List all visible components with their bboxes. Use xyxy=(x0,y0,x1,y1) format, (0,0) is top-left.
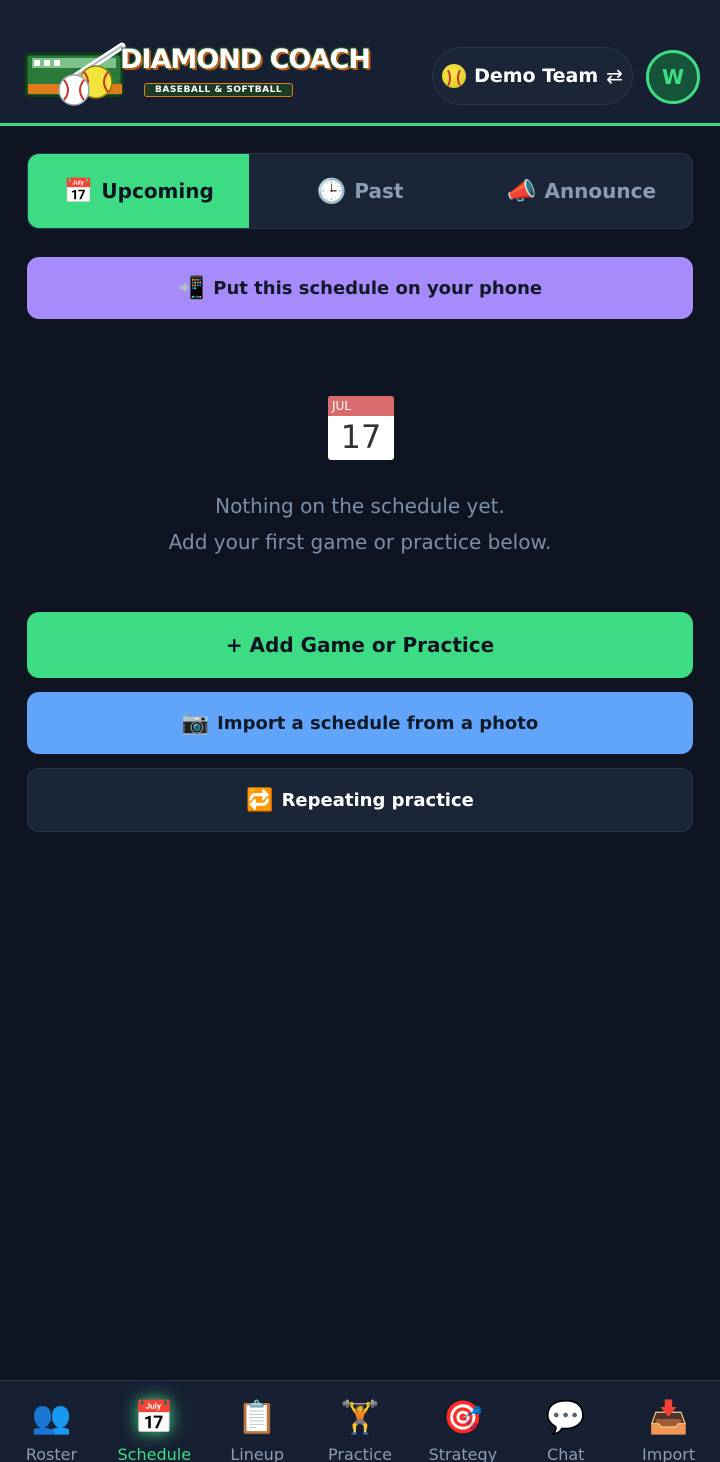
nav-import[interactable]: 📥 Import xyxy=(617,1381,720,1462)
nav-chat[interactable]: 💬 Chat xyxy=(514,1381,617,1462)
nav-strategy[interactable]: 🎯 Strategy xyxy=(411,1381,514,1462)
team-switcher-button[interactable]: Demo Team ⇄ xyxy=(432,47,633,105)
camera-icon: 📷 xyxy=(181,710,210,736)
phone-icon: 📲 xyxy=(177,275,206,301)
calendar-icon: 📅 xyxy=(63,177,94,205)
nav-label: Import xyxy=(642,1445,696,1462)
inbox-tray-icon: 📥 xyxy=(648,1398,689,1436)
target-icon: 🎯 xyxy=(442,1398,483,1436)
nav-label: Lineup xyxy=(230,1445,284,1462)
calendar-day: 17 xyxy=(340,418,382,456)
bottom-navigation: 👥 Roster 📅 Schedule 📋 Lineup 🏋️ Practice… xyxy=(0,1380,720,1462)
button-label: Repeating practice xyxy=(281,789,474,811)
add-game-or-practice-button[interactable]: + Add Game or Practice xyxy=(27,612,693,678)
empty-message: Nothing on the schedule yet. xyxy=(215,494,505,518)
put-schedule-on-phone-button[interactable]: 📲 Put this schedule on your phone xyxy=(27,257,693,319)
nav-label: Practice xyxy=(328,1445,392,1462)
schedule-tabs: 📅 Upcoming 🕒 Past 📣 Announce xyxy=(27,153,693,229)
repeating-practice-button[interactable]: 🔁 Repeating practice xyxy=(27,768,693,832)
softball-icon xyxy=(442,64,467,89)
calendar-month: JUL xyxy=(328,396,394,416)
nav-label: Schedule xyxy=(117,1445,192,1462)
nav-schedule[interactable]: 📅 Schedule xyxy=(103,1381,206,1462)
calendar-icon: 📅 xyxy=(134,1398,175,1436)
diamond-coach-logo[interactable]: DIAMOND COACH BASEBALL & SOFTBALL xyxy=(24,40,371,108)
tab-label: Announce xyxy=(544,179,657,203)
logo-subtitle: BASEBALL & SOFTBALL xyxy=(144,83,294,97)
tab-announce[interactable]: 📣 Announce xyxy=(471,154,692,228)
repeat-icon: 🔁 xyxy=(246,787,274,813)
nav-roster[interactable]: 👥 Roster xyxy=(0,1381,103,1462)
app-root: DIAMOND COACH BASEBALL & SOFTBALL Demo T… xyxy=(0,0,720,1462)
clipboard-icon: 📋 xyxy=(237,1398,278,1436)
team-name: Demo Team xyxy=(474,65,599,87)
empty-calendar-icon: JUL 17 xyxy=(328,396,394,460)
tab-label: Past xyxy=(354,179,404,203)
clock-icon: 🕒 xyxy=(316,177,347,205)
people-icon: 👥 xyxy=(31,1398,72,1436)
weightlifter-icon: 🏋️ xyxy=(340,1398,380,1436)
nav-lineup[interactable]: 📋 Lineup xyxy=(206,1381,309,1462)
button-label: Put this schedule on your phone xyxy=(213,277,543,299)
nav-practice[interactable]: 🏋️ Practice xyxy=(309,1381,412,1462)
nav-label: Chat xyxy=(547,1445,585,1462)
chat-bubble-icon: 💬 xyxy=(545,1398,586,1436)
logo-title: DIAMOND COACH xyxy=(120,44,371,75)
tab-label: Upcoming xyxy=(101,179,214,203)
nav-label: Strategy xyxy=(428,1445,498,1462)
tab-past[interactable]: 🕒 Past xyxy=(249,154,470,228)
empty-hint: Add your first game or practice below. xyxy=(168,530,552,554)
megaphone-icon: 📣 xyxy=(506,177,537,205)
import-schedule-photo-button[interactable]: 📷 Import a schedule from a photo xyxy=(27,692,693,754)
nav-label: Roster xyxy=(25,1445,78,1462)
app-header: DIAMOND COACH BASEBALL & SOFTBALL Demo T… xyxy=(0,0,720,126)
swap-icon: ⇄ xyxy=(606,64,623,88)
user-avatar[interactable]: W xyxy=(646,50,700,104)
tab-upcoming[interactable]: 📅 Upcoming xyxy=(28,154,250,228)
button-label: Import a schedule from a photo xyxy=(217,712,539,734)
